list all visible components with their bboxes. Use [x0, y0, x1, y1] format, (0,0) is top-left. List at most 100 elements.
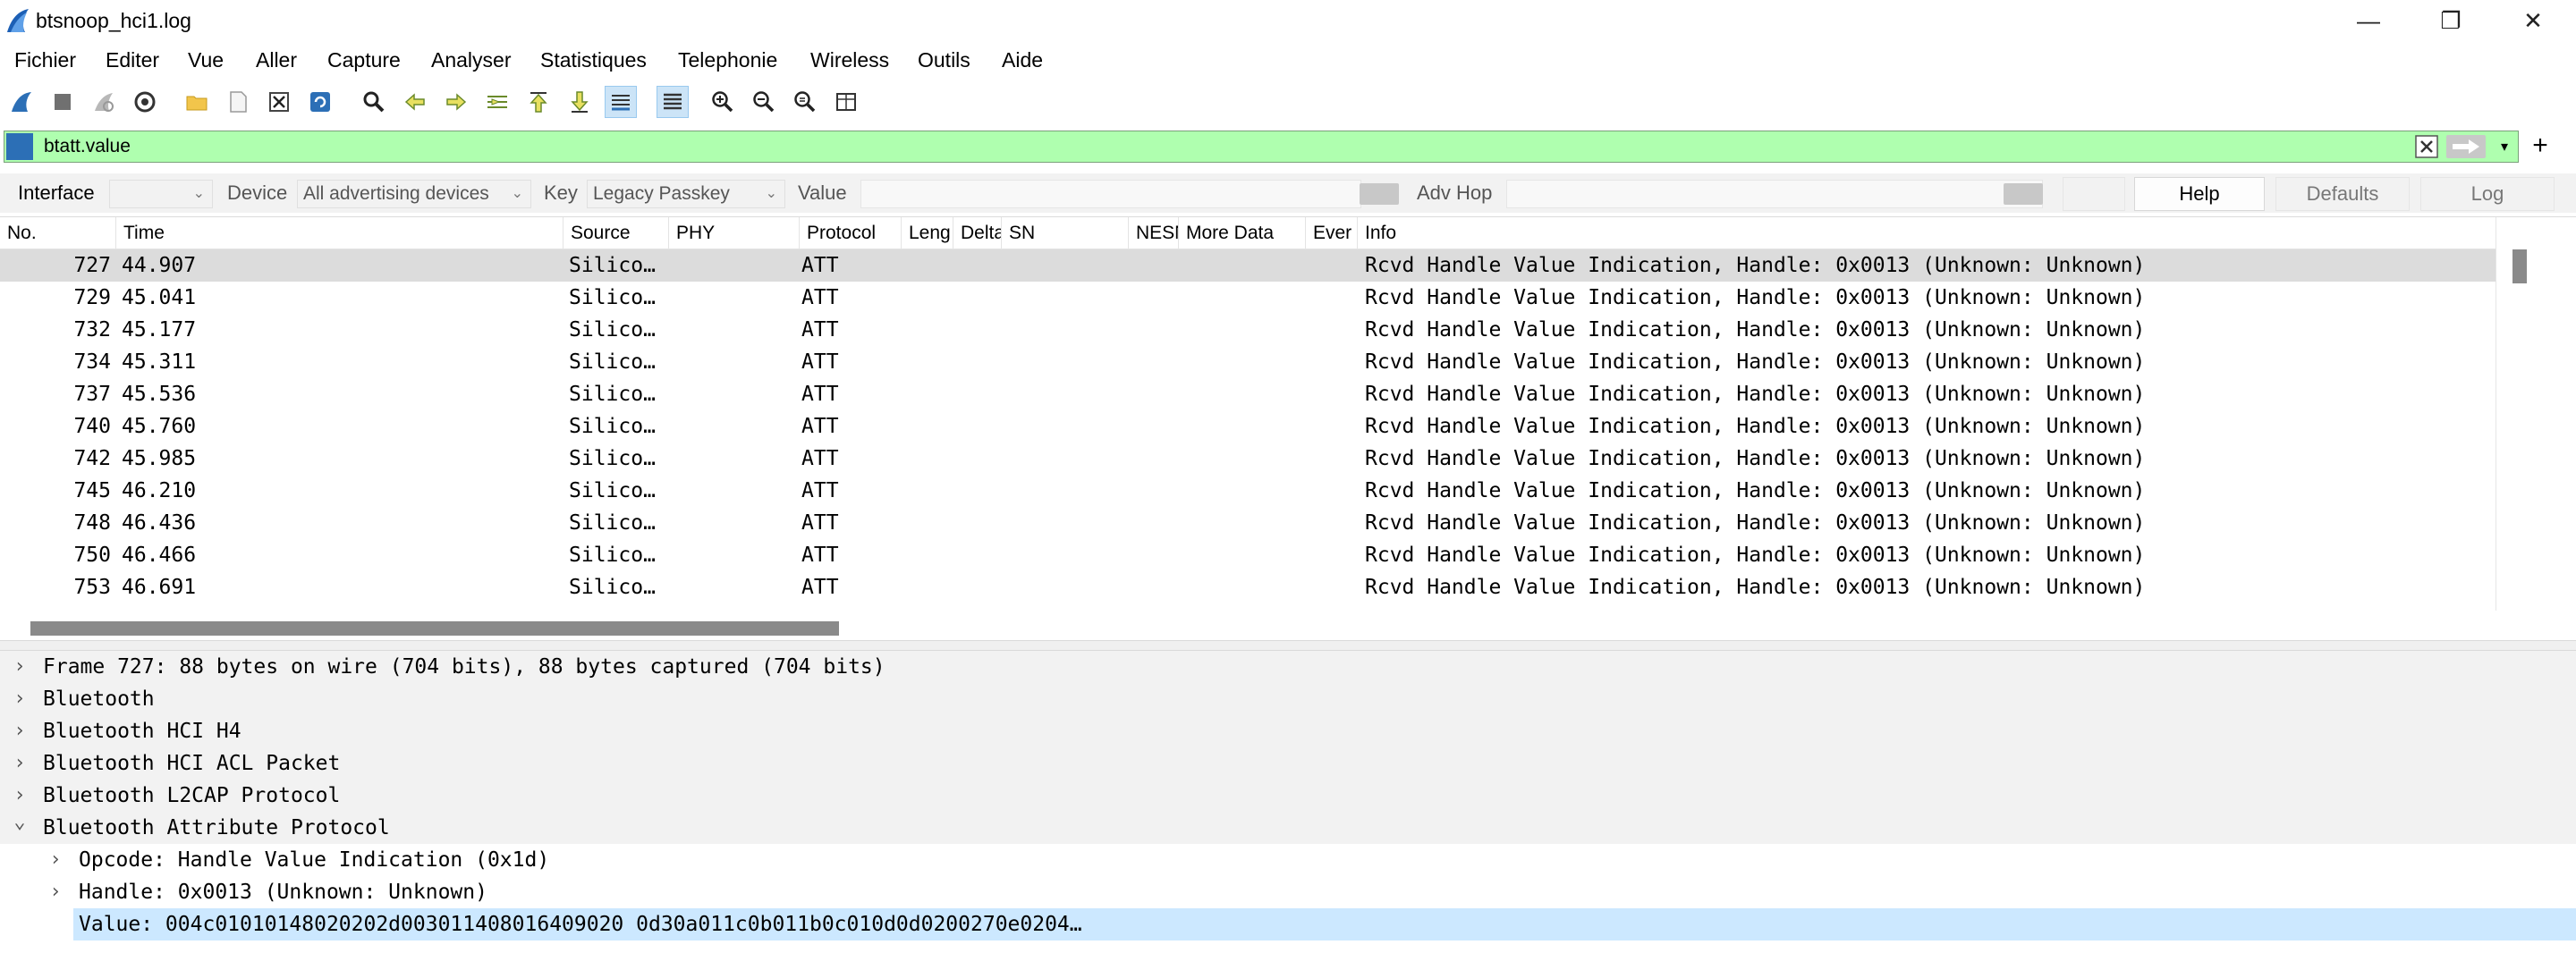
menu-editer[interactable]: Editer — [102, 45, 163, 75]
tree-item-opcode[interactable]: › Opcode: Handle Value Indication (0x1d) — [0, 844, 2576, 876]
tree-item-frame[interactable]: › Frame 727: 88 bytes on wire (704 bits)… — [0, 651, 2576, 683]
menu-outils[interactable]: Outils — [914, 45, 974, 75]
menu-vue[interactable]: Vue — [184, 45, 227, 75]
tree-item-hci-acl[interactable]: › Bluetooth HCI ACL Packet — [0, 747, 2576, 780]
blank-button[interactable] — [2063, 177, 2125, 211]
chevron-right-icon[interactable]: › — [11, 715, 29, 747]
log-button[interactable]: Log — [2420, 177, 2555, 211]
column-header-event[interactable]: Ever — [1306, 217, 1358, 249]
chevron-right-icon[interactable]: › — [11, 651, 29, 683]
adv-hop-input[interactable] — [1506, 180, 2043, 208]
packet-row[interactable]: 753 46.691 Silico… ATT Rcvd Handle Value… — [0, 571, 2496, 603]
tree-item-bluetooth[interactable]: › Bluetooth — [0, 683, 2576, 715]
column-header-nesn[interactable]: NESN — [1129, 217, 1179, 249]
cell-time: 45.985 — [122, 447, 197, 470]
column-header-time[interactable]: Time — [116, 217, 564, 249]
key-select[interactable]: Legacy Passkey ⌄ — [587, 180, 785, 208]
tree-item-label: Handle: 0x0013 (Unknown: Unknown) — [79, 881, 487, 904]
minimize-button[interactable]: — — [2327, 0, 2410, 41]
chevron-right-icon[interactable]: › — [47, 844, 64, 876]
packet-row[interactable]: 727 44.907 Silico… ATT Rcvd Handle Value… — [0, 249, 2496, 282]
packet-row[interactable]: 742 45.985 Silico… ATT Rcvd Handle Value… — [0, 443, 2496, 475]
column-header-info[interactable]: Info — [1358, 217, 2496, 249]
chevron-down-icon[interactable]: ⌄ — [11, 806, 29, 839]
open-file-button[interactable] — [181, 86, 213, 118]
close-button[interactable]: ✕ — [2492, 0, 2574, 41]
maximize-button[interactable]: ❐ — [2410, 0, 2492, 41]
column-header-more-data[interactable]: More Data — [1179, 217, 1306, 249]
colorize-button[interactable] — [657, 86, 689, 118]
packet-row[interactable]: 729 45.041 Silico… ATT Rcvd Handle Value… — [0, 282, 2496, 314]
cell-time: 46.210 — [122, 479, 197, 502]
packet-row[interactable]: 737 45.536 Silico… ATT Rcvd Handle Value… — [0, 378, 2496, 410]
column-header-phy[interactable]: PHY — [669, 217, 800, 249]
zoom-in-button[interactable] — [707, 86, 739, 118]
packet-row[interactable]: 732 45.177 Silico… ATT Rcvd Handle Value… — [0, 314, 2496, 346]
last-packet-button[interactable] — [564, 86, 596, 118]
menu-aller[interactable]: Aller — [252, 45, 301, 75]
cell-source: Silico… — [569, 254, 656, 277]
stop-capture-button[interactable] — [47, 86, 79, 118]
zoom-out-button[interactable] — [748, 86, 780, 118]
tree-item-hci-h4[interactable]: › Bluetooth HCI H4 — [0, 715, 2576, 747]
resize-columns-button[interactable] — [830, 86, 862, 118]
menu-capture[interactable]: Capture — [324, 45, 404, 75]
chevron-right-icon[interactable]: › — [47, 876, 64, 908]
cell-protocol: ATT — [801, 415, 839, 438]
start-capture-button[interactable] — [5, 86, 38, 118]
save-file-button[interactable] — [222, 86, 254, 118]
display-filter-input[interactable] — [44, 133, 2369, 160]
column-header-delta[interactable]: Delta — [953, 217, 1002, 249]
capture-options-button[interactable] — [129, 86, 161, 118]
go-forward-button[interactable] — [440, 86, 472, 118]
scrollbar-thumb[interactable] — [2512, 249, 2527, 283]
packet-list-horizontal-scrollbar[interactable] — [0, 611, 2496, 641]
apply-filter-button[interactable] — [2446, 135, 2486, 158]
menu-aide[interactable]: Aide — [998, 45, 1046, 75]
menu-statistiques[interactable]: Statistiques — [537, 45, 650, 75]
scrollbar-thumb[interactable] — [30, 621, 839, 636]
tree-item-handle[interactable]: › Handle: 0x0013 (Unknown: Unknown) — [0, 876, 2576, 908]
tree-item-l2cap[interactable]: › Bluetooth L2CAP Protocol — [0, 780, 2576, 812]
column-header-length[interactable]: Leng — [902, 217, 953, 249]
packet-row[interactable]: 748 46.436 Silico… ATT Rcvd Handle Value… — [0, 507, 2496, 539]
packet-row[interactable]: 740 45.760 Silico… ATT Rcvd Handle Value… — [0, 410, 2496, 443]
restart-capture-button[interactable] — [88, 86, 120, 118]
chevron-right-icon[interactable]: › — [11, 683, 29, 715]
column-header-no[interactable]: No. — [0, 217, 116, 249]
close-file-button[interactable] — [263, 86, 295, 118]
autoscroll-button[interactable] — [605, 86, 637, 118]
tree-item-value[interactable]: Value: 004c01010148020202d00301140801640… — [73, 908, 2576, 940]
normal-size-button[interactable] — [789, 86, 821, 118]
reload-file-button[interactable] — [304, 86, 336, 118]
clear-filter-icon[interactable] — [2414, 134, 2439, 159]
column-header-protocol[interactable]: Protocol — [800, 217, 902, 249]
find-packet-button[interactable] — [358, 86, 390, 118]
bookmark-icon[interactable] — [6, 133, 33, 160]
go-to-packet-button[interactable] — [481, 86, 513, 118]
pane-splitter[interactable] — [0, 640, 2576, 651]
help-button[interactable]: Help — [2134, 177, 2265, 211]
set-key-button[interactable] — [1360, 183, 1399, 205]
menu-analyser[interactable]: Analyser — [428, 45, 514, 75]
tree-item-att[interactable]: ⌄ Bluetooth Attribute Protocol — [0, 811, 2576, 844]
packet-row[interactable]: 745 46.210 Silico… ATT Rcvd Handle Value… — [0, 475, 2496, 507]
menu-wireless[interactable]: Wireless — [807, 45, 893, 75]
column-header-source[interactable]: Source — [564, 217, 669, 249]
packet-list-vertical-scrollbar[interactable] — [2496, 217, 2542, 611]
set-adv-hop-button[interactable] — [2004, 183, 2043, 205]
first-packet-button[interactable] — [522, 86, 555, 118]
defaults-button[interactable]: Defaults — [2275, 177, 2410, 211]
interface-select[interactable]: ⌄ — [109, 180, 213, 208]
packet-row[interactable]: 734 45.311 Silico… ATT Rcvd Handle Value… — [0, 346, 2496, 378]
filter-history-dropdown[interactable]: ▾ — [2493, 135, 2516, 158]
add-filter-button[interactable]: + — [2524, 131, 2556, 163]
key-value-input[interactable] — [860, 180, 1361, 208]
device-select[interactable]: All advertising devices ⌄ — [297, 180, 531, 208]
column-header-sn[interactable]: SN — [1002, 217, 1129, 249]
packet-row[interactable]: 750 46.466 Silico… ATT Rcvd Handle Value… — [0, 539, 2496, 571]
go-back-button[interactable] — [399, 86, 431, 118]
menu-telephonie[interactable]: Telephonie — [674, 45, 781, 75]
chevron-right-icon[interactable]: › — [11, 747, 29, 780]
menu-fichier[interactable]: Fichier — [11, 45, 80, 75]
